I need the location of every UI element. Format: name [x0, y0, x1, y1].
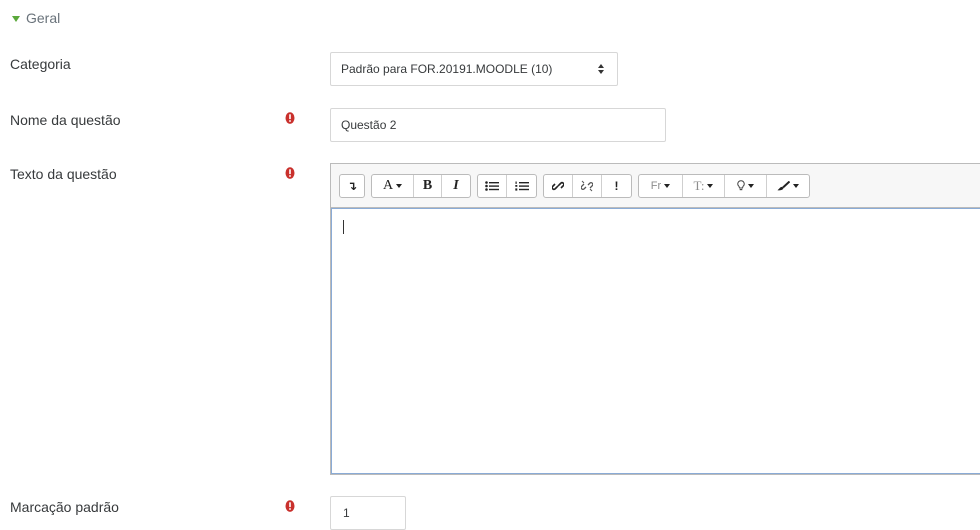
default-mark-value: 1	[343, 506, 350, 520]
unlink-button[interactable]	[573, 174, 602, 197]
font-color-icon: A	[382, 177, 394, 193]
question-name-input[interactable]: Questão 2	[330, 108, 666, 142]
toolbar-group-extra: Fr T:	[638, 173, 810, 198]
toolbar-toggle-icon: ↴	[346, 178, 358, 193]
section-header-geral[interactable]: Geral	[12, 10, 60, 26]
bold-icon: B	[422, 177, 433, 193]
question-name-value: Questão 2	[341, 118, 397, 132]
toolbar-toggle-button[interactable]: ↴	[340, 175, 364, 197]
required-icon	[285, 167, 295, 179]
chevron-down-icon	[396, 183, 403, 188]
chevron-down-icon	[793, 183, 799, 188]
question-name-label: Nome da questão	[10, 112, 121, 128]
equation-button[interactable]: !	[602, 175, 631, 197]
brush-button[interactable]	[767, 175, 809, 197]
unordered-list-icon	[485, 180, 499, 191]
highlight-button[interactable]	[725, 174, 767, 197]
link-button[interactable]	[544, 174, 573, 197]
ordered-list-button[interactable]	[507, 175, 536, 197]
required-icon	[285, 112, 295, 124]
toolbar-group-links: !	[543, 173, 632, 198]
italic-button[interactable]: I	[442, 175, 470, 197]
category-select[interactable]: Padrão para FOR.20191.MOODLE (10)	[330, 52, 618, 86]
toolbar-group-toggle: ↴	[339, 173, 365, 198]
equation-icon: !	[614, 178, 619, 193]
unlink-icon	[581, 180, 593, 191]
font-color-button[interactable]: A	[372, 174, 414, 197]
ordered-list-icon	[514, 181, 529, 191]
toolbar-group-style: A B I	[371, 173, 471, 198]
category-label: Categoria	[10, 56, 71, 72]
section-title: Geral	[26, 10, 61, 26]
question-text-editor-content[interactable]	[330, 207, 980, 475]
chevron-down-icon	[748, 183, 754, 188]
editor-toolbar: ↴ A B I ! Fr T:	[330, 163, 980, 207]
unordered-list-button[interactable]	[478, 174, 507, 197]
required-icon	[285, 500, 295, 512]
font-size-button[interactable]: T:	[683, 174, 725, 197]
select-arrows-icon	[598, 64, 604, 74]
font-family-button[interactable]: Fr	[639, 174, 683, 197]
brush-icon	[777, 180, 790, 190]
default-mark-label: Marcação padrão	[10, 499, 119, 515]
bold-button[interactable]: B	[414, 174, 442, 197]
toolbar-group-lists	[477, 173, 537, 198]
font-size-icon: T:	[693, 177, 705, 193]
chevron-down-icon	[707, 183, 714, 188]
question-text-label: Texto da questão	[10, 166, 117, 182]
expand-triangle-icon	[12, 15, 20, 22]
italic-icon: I	[453, 177, 459, 193]
question-text-editor: ↴ A B I ! Fr T:	[330, 163, 980, 475]
chevron-down-icon	[664, 183, 671, 188]
text-cursor	[343, 220, 344, 234]
font-family-icon: Fr	[650, 179, 662, 192]
lightbulb-icon	[737, 180, 745, 191]
category-select-value: Padrão para FOR.20191.MOODLE (10)	[341, 62, 553, 76]
link-icon	[552, 181, 564, 190]
